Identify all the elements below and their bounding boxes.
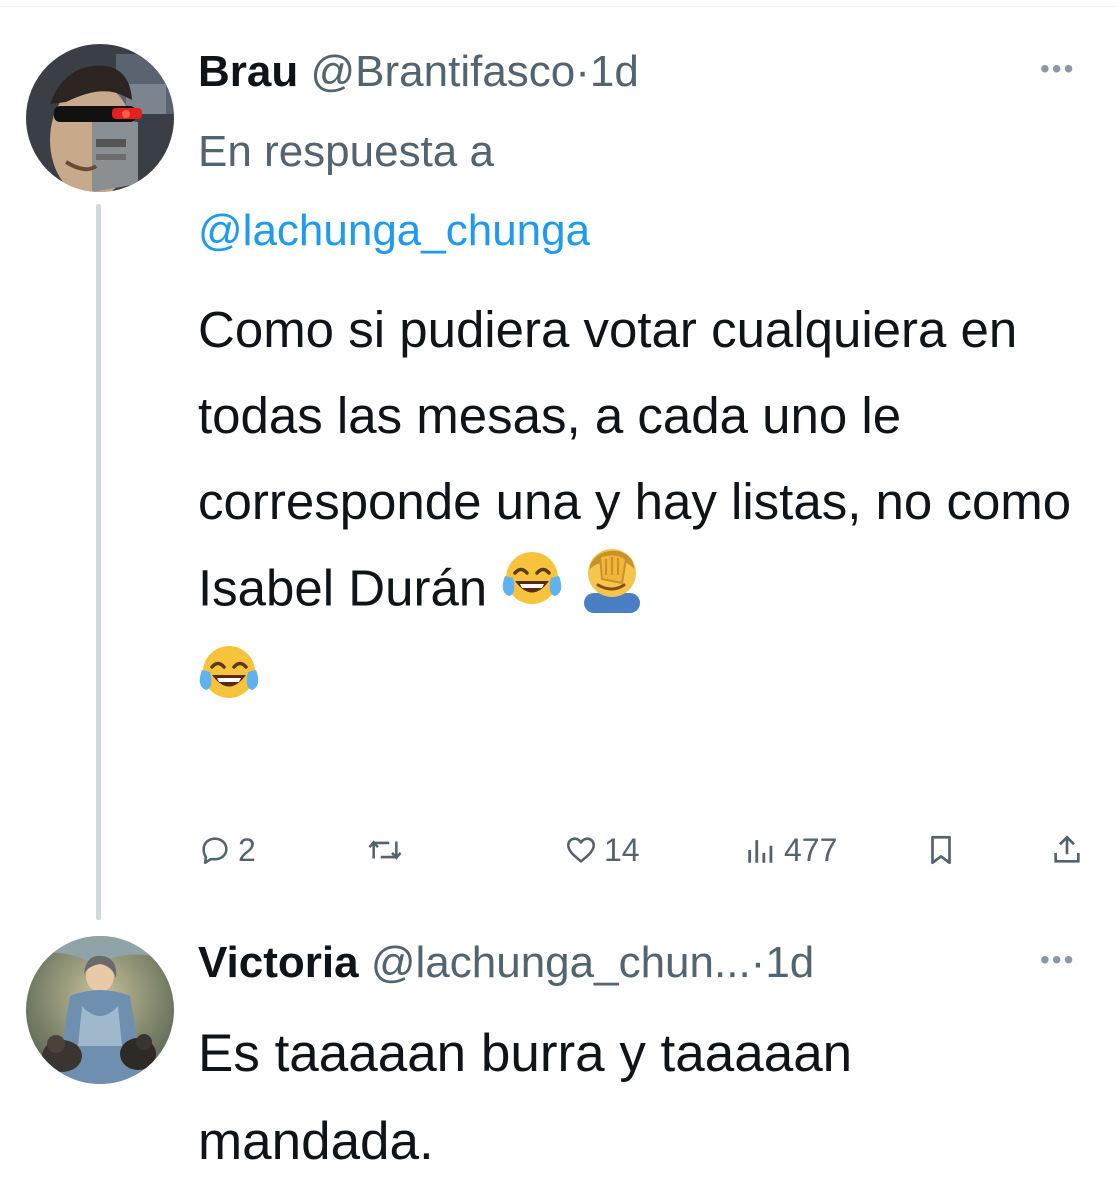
- tears-of-joy-emoji: [198, 642, 260, 730]
- separator-dot: ·: [750, 938, 766, 987]
- heart-icon: [566, 837, 596, 863]
- reply-button[interactable]: 2: [198, 826, 256, 874]
- bookmark-icon: [931, 835, 951, 865]
- author-name[interactable]: Victoria: [198, 938, 359, 987]
- retweet-button[interactable]: [366, 826, 404, 874]
- tweet-header: Brau @Brantifasco·1d: [198, 46, 639, 98]
- separator-dot: ·: [575, 47, 590, 96]
- tweet-actions: 2 14 477: [198, 826, 1080, 874]
- thread-line: [96, 204, 101, 920]
- reply-icon: [202, 837, 228, 865]
- more-options-icon[interactable]: •••: [1040, 945, 1075, 975]
- tweet-time[interactable]: 1d: [590, 47, 639, 96]
- facepalm-emoji: [578, 545, 646, 639]
- tears-of-joy-emoji: [501, 548, 563, 636]
- more-options-icon[interactable]: •••: [1040, 54, 1075, 84]
- views-icon: [748, 840, 773, 863]
- bookmark-button[interactable]: [924, 826, 958, 874]
- tweet-header: Victoria @lachunga_chun...·1d: [198, 937, 814, 989]
- share-icon: [1054, 835, 1080, 863]
- avatar[interactable]: [26, 936, 174, 1084]
- retweet-icon: [368, 840, 402, 860]
- share-button[interactable]: [1050, 826, 1084, 874]
- views-button[interactable]: 477: [744, 826, 837, 874]
- reply-count: 2: [238, 831, 256, 868]
- tweet-text: Es taaaaan burra y taaaaan mandada.: [198, 1024, 853, 1171]
- like-button[interactable]: 14: [564, 826, 640, 874]
- view-count: 477: [784, 831, 838, 868]
- like-count: 14: [604, 831, 640, 868]
- top-divider: [0, 0, 1116, 7]
- tweet-text: Como si pudiera votar cualquiera en toda…: [198, 287, 1098, 730]
- tweet-time[interactable]: 1d: [765, 938, 814, 987]
- reply-mention-link[interactable]: @lachunga_chunga: [198, 203, 590, 259]
- author-name[interactable]: Brau: [198, 47, 298, 96]
- author-handle[interactable]: @lachunga_chun...: [371, 938, 751, 987]
- author-handle[interactable]: @Brantifasco: [310, 47, 575, 96]
- avatar[interactable]: [26, 44, 174, 192]
- reply-label: En respuesta a: [198, 127, 494, 176]
